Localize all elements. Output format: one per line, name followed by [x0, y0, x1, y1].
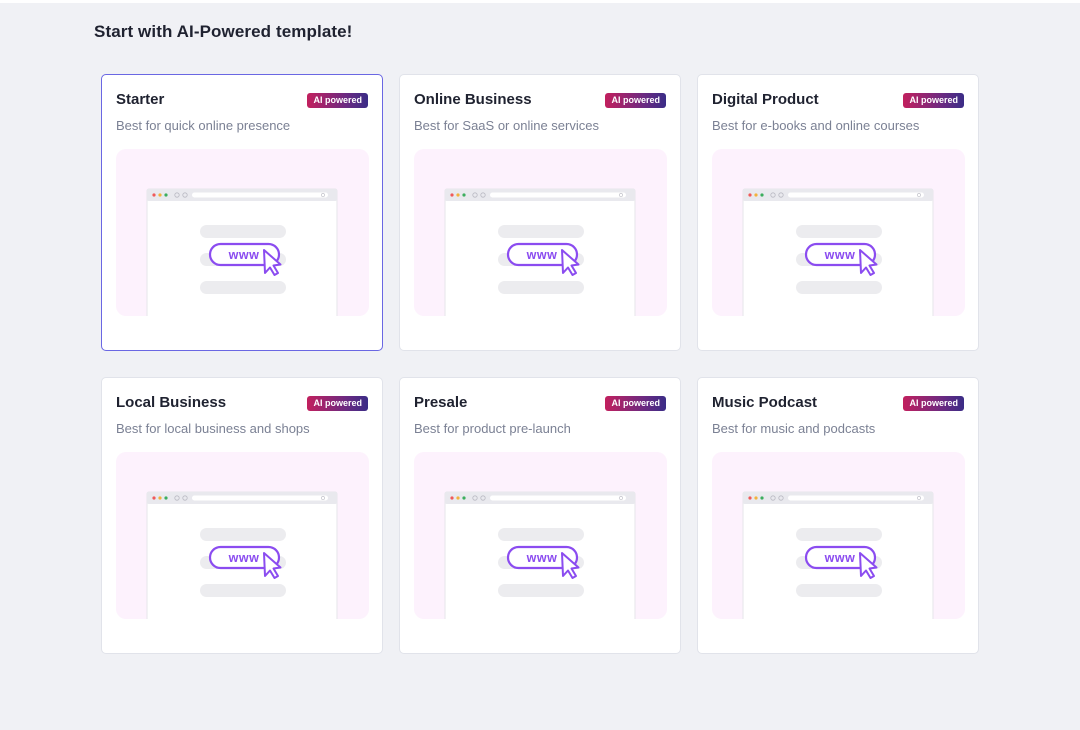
template-card-starter[interactable]: Starter AI powered Best for quick online… — [101, 74, 383, 351]
page-title: Start with AI-Powered template! — [94, 22, 353, 41]
template-preview: www — [116, 452, 369, 619]
template-description: Best for music and podcasts — [712, 421, 876, 436]
template-preview: www — [414, 149, 667, 316]
ai-powered-badge: AI powered — [307, 93, 368, 108]
browser-window-illustration: www — [146, 491, 338, 619]
template-card-digital-product[interactable]: Digital Product AI powered Best for e-bo… — [697, 74, 979, 351]
ai-powered-badge: AI powered — [307, 396, 368, 411]
browser-window-illustration: www — [146, 188, 338, 316]
template-description: Best for e-books and online courses — [712, 118, 920, 133]
template-description: Best for local business and shops — [116, 421, 310, 436]
template-card-presale[interactable]: Presale AI powered Best for product pre-… — [399, 377, 681, 654]
template-preview: www — [712, 149, 965, 316]
top-strip — [0, 0, 1080, 3]
ai-powered-badge: AI powered — [903, 93, 964, 108]
browser-window-illustration: www — [742, 491, 934, 619]
svg-text:www: www — [526, 248, 558, 262]
svg-text:www: www — [228, 551, 260, 565]
template-grid: Starter AI powered Best for quick online… — [101, 74, 979, 654]
template-preview: www — [712, 452, 965, 619]
template-description: Best for product pre-launch — [414, 421, 571, 436]
browser-window-illustration: www — [444, 491, 636, 619]
template-preview: www — [414, 452, 667, 619]
template-description: Best for quick online presence — [116, 118, 291, 133]
ai-powered-badge: AI powered — [903, 396, 964, 411]
template-card-online-business[interactable]: Online Business AI powered Best for SaaS… — [399, 74, 681, 351]
template-title: Starter — [116, 91, 165, 108]
template-description: Best for SaaS or online services — [414, 118, 599, 133]
svg-text:www: www — [824, 248, 856, 262]
template-title: Presale — [414, 394, 468, 411]
template-title: Digital Product — [712, 91, 819, 108]
template-title: Local Business — [116, 394, 227, 411]
ai-powered-badge: AI powered — [605, 93, 666, 108]
browser-window-illustration: www — [742, 188, 934, 316]
svg-text:www: www — [824, 551, 856, 565]
ai-powered-badge: AI powered — [605, 396, 666, 411]
svg-text:www: www — [526, 551, 558, 565]
browser-window-illustration: www — [444, 188, 636, 316]
template-title: Music Podcast — [712, 394, 818, 411]
svg-text:www: www — [228, 248, 260, 262]
template-card-local-business[interactable]: Local Business AI powered Best for local… — [101, 377, 383, 654]
template-title: Online Business — [414, 91, 532, 108]
template-card-music-podcast[interactable]: Music Podcast AI powered Best for music … — [697, 377, 979, 654]
template-preview: www — [116, 149, 369, 316]
